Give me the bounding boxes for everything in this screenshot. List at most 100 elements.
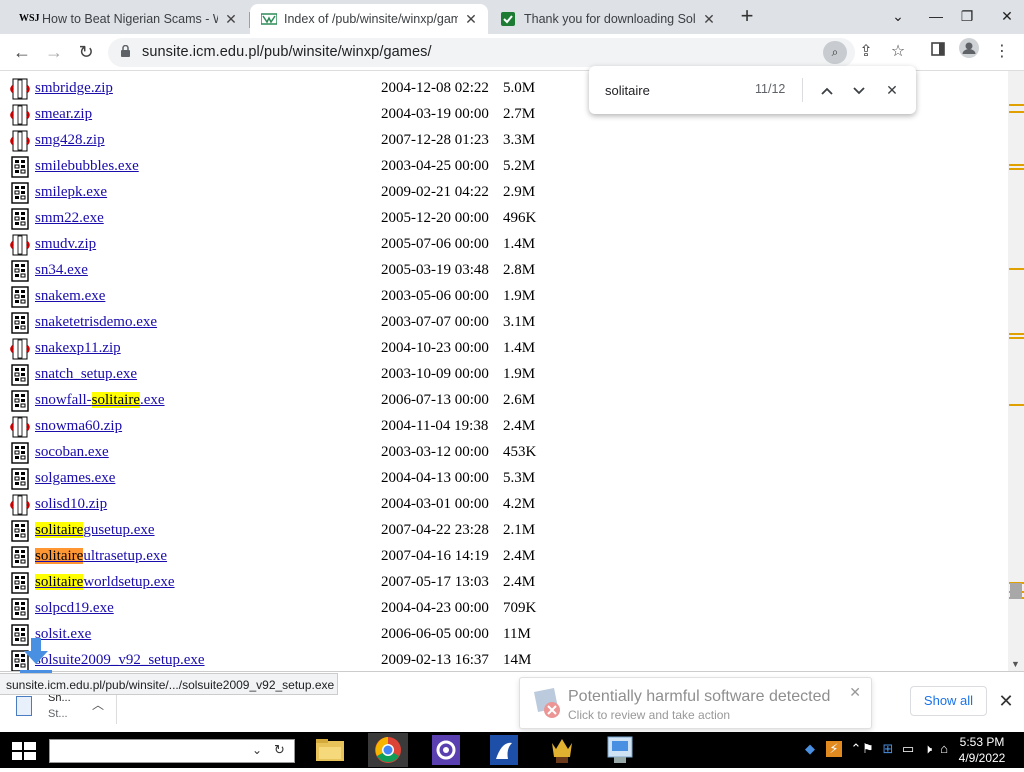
find-input[interactable] [605, 80, 745, 100]
find-in-page-icon[interactable]: ⌕ [823, 41, 847, 64]
file-link[interactable]: smudv.zip [35, 236, 96, 253]
file-link[interactable]: solsuite2009_v92_setup.exe [35, 652, 205, 669]
file-row: solitaireultrasetup.exe 2007-04-16 14:19 2… [0, 544, 1000, 570]
tray-flag-icon[interactable]: ⚑ [860, 741, 876, 757]
back-icon[interactable]: ← [8, 38, 36, 66]
refresh-icon[interactable]: ↻ [274, 742, 285, 758]
tab-close-icon[interactable]: ✕ [460, 8, 482, 30]
menu-kebab-icon[interactable]: ⋮ [988, 38, 1016, 66]
tray-windows-icon[interactable]: ⊞ [880, 741, 896, 757]
find-match-marker [1009, 164, 1024, 166]
harmful-software-toast[interactable]: Potentially harmful software detected Cl… [519, 677, 872, 729]
file-size: 2.7M [503, 106, 536, 122]
file-icon [16, 696, 32, 716]
tab-index[interactable]: Index of /pub/winsite/winxp/gam ✕ [250, 4, 488, 34]
find-match-count: 11/12 [755, 82, 786, 96]
close-window-icon[interactable]: ✕ [993, 2, 1021, 30]
zip-file-icon [10, 234, 30, 256]
solitaire-app-icon[interactable] [484, 733, 524, 767]
chrome-icon[interactable] [368, 733, 408, 767]
file-date: 2003-10-09 00:00 [381, 366, 489, 382]
file-date: 2005-07-06 00:00 [381, 236, 489, 252]
show-all-button[interactable]: Show all [910, 686, 987, 716]
network-icon[interactable]: ▭ [900, 741, 916, 757]
find-previous-icon[interactable] [815, 78, 839, 102]
toast-close-icon[interactable]: ✕ [849, 684, 861, 701]
profile-avatar-icon[interactable] [955, 38, 983, 66]
reload-icon[interactable]: ↻ [72, 38, 100, 66]
file-link-text: .exe [139, 392, 165, 408]
exe-file-icon [10, 572, 30, 594]
file-link[interactable]: smbridge.zip [35, 80, 113, 97]
download-item[interactable]: Sh... St... ︿ [8, 690, 116, 730]
new-tab-button[interactable]: + [733, 5, 761, 29]
file-link[interactable]: smilebubbles.exe [35, 158, 139, 175]
file-link[interactable]: snowma60.zip [35, 418, 122, 435]
file-explorer-icon[interactable] [310, 733, 350, 767]
vertical-scrollbar[interactable]: ▼ [1008, 71, 1024, 671]
minimize-icon[interactable]: — [922, 2, 950, 30]
file-link[interactable]: snakexp11.zip [35, 340, 121, 357]
find-next-icon[interactable] [847, 78, 871, 102]
tab-close-icon[interactable]: ✕ [698, 8, 720, 30]
game-crown-icon[interactable] [542, 733, 582, 767]
file-link[interactable]: socoban.exe [35, 444, 109, 461]
tab-title: How to Beat Nigerian Scams - W [42, 12, 218, 26]
tray-app2-icon[interactable]: ⌂ [936, 741, 952, 757]
find-close-icon[interactable]: ✕ [880, 78, 904, 102]
file-link[interactable]: smg428.zip [35, 132, 105, 149]
share-icon[interactable]: ⇪ [852, 38, 880, 66]
file-link[interactable]: smear.zip [35, 106, 92, 123]
file-link[interactable]: snowfall-solitaire.exe [35, 392, 165, 409]
tab-wsj[interactable]: WSJ How to Beat Nigerian Scams - W ✕ [8, 4, 248, 34]
file-link[interactable]: solitaireultrasetup.exe [35, 548, 167, 565]
scrollbar-thumb[interactable] [1010, 583, 1022, 599]
chevron-down-icon[interactable]: ⌄ [252, 743, 262, 757]
file-link-text: worldsetup.exe [83, 574, 175, 590]
exe-file-icon [10, 390, 30, 412]
address-bar[interactable]: sunsite.icm.edu.pl/pub/winsite/winxp/gam… [108, 38, 855, 67]
file-date: 2004-04-23 00:00 [381, 600, 489, 616]
side-panel-icon[interactable] [924, 38, 952, 66]
exe-file-icon [10, 520, 30, 542]
file-link[interactable]: snakem.exe [35, 288, 105, 305]
forward-icon[interactable]: → [40, 38, 68, 66]
file-link[interactable]: solitairegusetup.exe [35, 522, 155, 539]
file-date: 2003-05-06 00:00 [381, 288, 489, 304]
file-link[interactable]: smilepk.exe [35, 184, 107, 201]
tab-close-icon[interactable]: ✕ [220, 8, 242, 30]
file-link[interactable]: solitaireworldsetup.exe [35, 574, 175, 591]
tray-update-icon[interactable]: ⚡ [826, 741, 842, 757]
file-link[interactable]: solgames.exe [35, 470, 115, 487]
installer-app-icon[interactable] [600, 733, 640, 767]
file-link[interactable]: smm22.exe [35, 210, 104, 227]
file-link[interactable]: snaketetrisdemo.exe [35, 314, 157, 331]
chevron-up-icon[interactable]: ︿ [92, 696, 104, 713]
file-link[interactable]: solpcd19.exe [35, 600, 114, 617]
exe-file-icon [10, 286, 30, 308]
taskbar-search-box[interactable]: ⌄ ↻ [49, 739, 295, 763]
settings-gear-icon[interactable] [426, 733, 466, 767]
volume-icon[interactable]: 🕨 [920, 741, 936, 757]
windows-start-icon[interactable] [10, 741, 38, 761]
tab-download[interactable]: Thank you for downloading Solit ✕ [490, 4, 726, 34]
file-row: solsuite2009_v92_setup.exe 2009-02-13 16:… [0, 648, 1000, 671]
tab-search-icon[interactable]: ⌄ [884, 2, 912, 30]
file-link[interactable]: solisd10.zip [35, 496, 107, 513]
find-match-marker [1009, 404, 1024, 406]
tray-app-icon[interactable]: ◆ [802, 741, 818, 757]
file-link[interactable]: sn34.exe [35, 262, 88, 279]
file-row: smudv.zip 2005-07-06 00:00 1.4M [0, 232, 1000, 258]
bookmark-star-icon[interactable]: ☆ [884, 38, 912, 66]
find-bar: 11/12 ✕ [589, 66, 916, 114]
restore-icon[interactable]: ❐ [953, 2, 981, 30]
winsite-favicon [260, 12, 278, 26]
file-link[interactable]: snatch_setup.exe [35, 366, 137, 383]
file-size: 5.2M [503, 158, 536, 174]
file-row: snowfall-solitaire.exe 2006-07-13 00:00 2.… [0, 388, 1000, 414]
file-row: snatch_setup.exe 2003-10-09 00:00 1.9M [0, 362, 1000, 388]
scroll-down-arrow-icon[interactable]: ▼ [1011, 659, 1020, 669]
find-highlight: solitaire [35, 574, 84, 590]
close-shelf-icon[interactable]: ✕ [994, 688, 1018, 714]
file-date: 2006-06-05 00:00 [381, 626, 489, 642]
